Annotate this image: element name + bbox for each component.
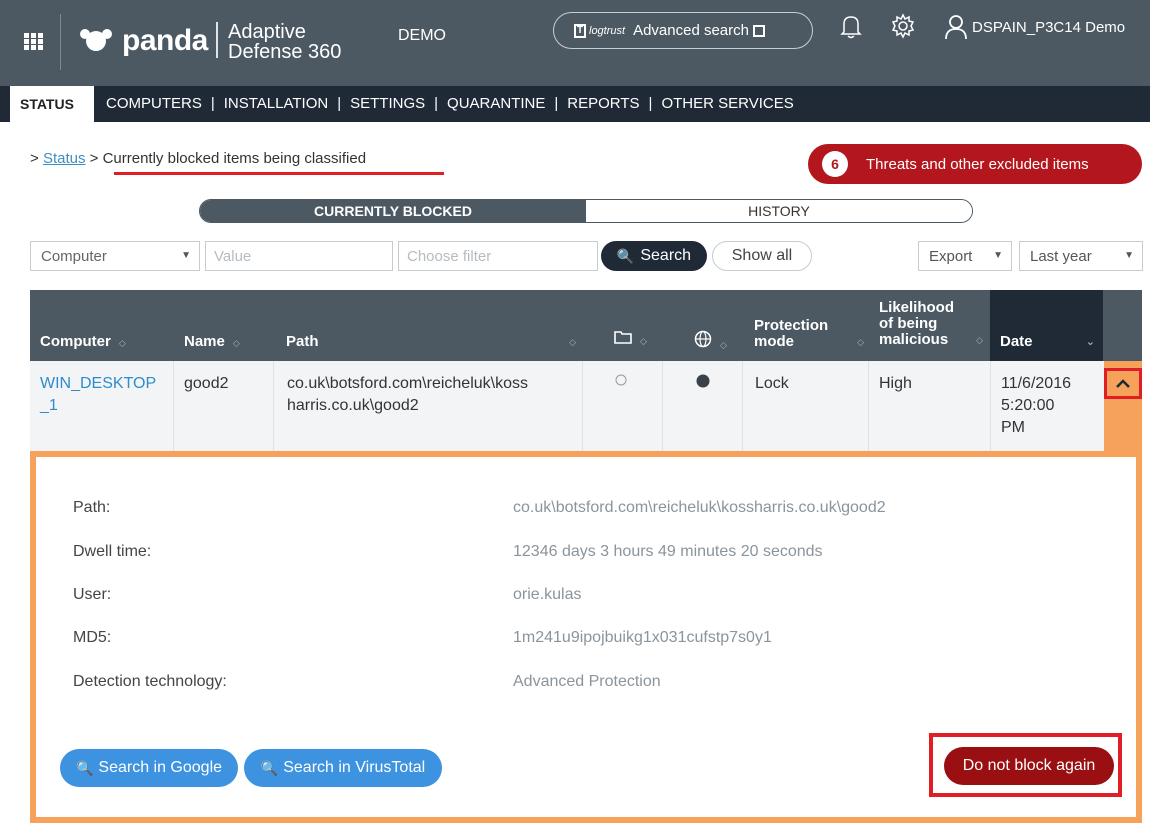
bell-icon[interactable] xyxy=(838,12,864,40)
nav-reports[interactable]: REPORTS xyxy=(567,95,639,112)
gear-icon[interactable] xyxy=(890,12,916,40)
nav-computers[interactable]: COMPUTERS xyxy=(106,95,202,112)
col-date[interactable]: Date ⌄ xyxy=(1000,334,1095,350)
user-icon xyxy=(945,15,967,40)
product-name: Adaptive Defense 360 xyxy=(228,21,342,63)
external-link-icon xyxy=(752,24,765,37)
view-toggle: CURRENTLY BLOCKED HISTORY xyxy=(199,199,973,223)
threats-count-badge: 6 xyxy=(822,151,848,177)
col-name[interactable]: Name ◇ xyxy=(184,334,240,351)
detail-tech-label: Detection technology: xyxy=(73,673,227,690)
detail-dwell-value: 12346 days 3 hours 49 minutes 20 seconds xyxy=(513,543,823,560)
do-not-block-button[interactable]: Do not block again xyxy=(944,747,1114,785)
title-underline xyxy=(114,172,444,175)
header-divider xyxy=(60,14,61,70)
search-google-button[interactable]: 🔍 Search in Google xyxy=(60,749,238,787)
col-path[interactable]: Path ◇ xyxy=(286,334,576,350)
col-likelihood[interactable]: Likelihood of being malicious ◇ xyxy=(879,300,983,348)
demo-label: DEMO xyxy=(398,27,446,44)
dropdown-arrow-icon: ▼ xyxy=(1124,250,1134,261)
nav-other-services[interactable]: OTHER SERVICES xyxy=(661,95,793,112)
search-icon: 🔍 xyxy=(260,759,279,776)
nav-status-tab[interactable]: STATUS xyxy=(10,86,94,122)
nav-installation[interactable]: INSTALLATION xyxy=(224,95,328,112)
search-button[interactable]: 🔍 Search xyxy=(601,241,707,271)
threats-label: Threats and other excluded items xyxy=(866,155,1089,173)
nav-settings[interactable]: SETTINGS xyxy=(350,95,425,112)
detail-user-value: orie.kulas xyxy=(513,586,582,603)
page-title: Currently blocked items being classified xyxy=(102,150,367,167)
advanced-search-button[interactable]: Tlogtrust Advanced search xyxy=(553,12,813,49)
export-select[interactable]: Export ▼ xyxy=(918,241,1012,271)
dropdown-arrow-icon: ▼ xyxy=(181,250,191,261)
panda-logo-text: panda xyxy=(122,24,208,57)
user-name: DSPAIN_P3C14 Demo xyxy=(972,18,1126,36)
row-path: co.uk\botsford.com\reicheluk\koss harris.… xyxy=(287,375,528,414)
detail-tech-value: Advanced Protection xyxy=(513,673,661,690)
breadcrumb-status-link[interactable]: Status xyxy=(43,150,86,167)
col-internet[interactable]: ◇ xyxy=(694,330,727,353)
search-icon: 🔍 xyxy=(616,247,635,264)
show-all-button[interactable]: Show all xyxy=(712,241,812,271)
row-protection-mode: Lock xyxy=(755,375,789,392)
panda-logo-icon xyxy=(80,29,112,51)
col-folder[interactable]: ◇ xyxy=(614,330,647,349)
table-header: Computer ◇ Name ◇ Path ◇ ◇ ◇ Protection mod… xyxy=(30,290,1142,361)
period-select[interactable]: Last year ▼ xyxy=(1019,241,1143,271)
detail-panel: Path: co.uk\botsford.com\reicheluk\kossh… xyxy=(30,451,1142,823)
nav-quarantine[interactable]: QUARANTINE xyxy=(447,95,545,112)
row-date: 11/6/2016 5:20:00 PM xyxy=(1001,375,1071,436)
row-name: good2 xyxy=(184,375,229,392)
detail-path-value: co.uk\botsford.com\reicheluk\kossharris.… xyxy=(513,499,886,516)
table-row[interactable]: WIN_DESKTOP _1 good2 co.uk\botsford.com\r… xyxy=(30,361,1142,451)
globe-icon xyxy=(694,330,712,348)
threats-button[interactable]: 6 Threats and other excluded items xyxy=(808,144,1142,184)
search-icon: 🔍 xyxy=(75,759,94,776)
breadcrumb: > Status > Currently blocked items being… xyxy=(30,150,367,167)
value-input[interactable]: Value xyxy=(205,241,393,271)
row-computer-link[interactable]: WIN_DESKTOP _1 xyxy=(40,373,156,417)
user-menu[interactable]: DSPAIN_P3C14 Demo xyxy=(944,14,1125,40)
main-nav: STATUS COMPUTERS | INSTALLATION | SETTINGS… xyxy=(0,86,1150,122)
folder-status-empty-icon xyxy=(615,374,627,386)
detail-path-label: Path: xyxy=(73,499,111,516)
col-protection-mode[interactable]: Protection mode ◇ xyxy=(754,318,864,350)
logtrust-logo: Tlogtrust xyxy=(574,23,625,38)
tab-history[interactable]: HISTORY xyxy=(586,200,972,222)
tab-currently-blocked[interactable]: CURRENTLY BLOCKED xyxy=(200,200,586,222)
search-virustotal-button[interactable]: 🔍 Search in VirusTotal xyxy=(244,749,442,787)
apps-grid-icon[interactable] xyxy=(24,33,44,51)
detail-md5-value: 1m241u9ipojbuikg1x031cufstp7s0y1 xyxy=(513,629,772,646)
filter-input[interactable]: Choose filter xyxy=(398,241,598,271)
detail-user-label: User: xyxy=(73,586,112,603)
detail-dwell-label: Dwell time: xyxy=(73,543,152,560)
dropdown-arrow-icon: ▼ xyxy=(993,250,1003,261)
top-header: panda Adaptive Defense 360 DEMO Tlogtrus… xyxy=(0,0,1150,86)
chevron-up-icon xyxy=(1116,378,1130,388)
folder-icon xyxy=(614,331,632,344)
field-select[interactable]: Computer ▼ xyxy=(30,241,200,271)
collapse-row-button[interactable] xyxy=(1104,368,1142,399)
logo-divider xyxy=(216,22,218,58)
internet-status-filled-icon xyxy=(696,374,710,388)
nav-items: COMPUTERS | INSTALLATION | SETTINGS | QUARA… xyxy=(106,95,794,112)
col-computer[interactable]: Computer ◇ xyxy=(40,334,126,351)
advanced-search-label: Advanced search xyxy=(633,22,749,39)
row-likelihood: High xyxy=(879,375,912,392)
detail-md5-label: MD5: xyxy=(73,629,112,646)
